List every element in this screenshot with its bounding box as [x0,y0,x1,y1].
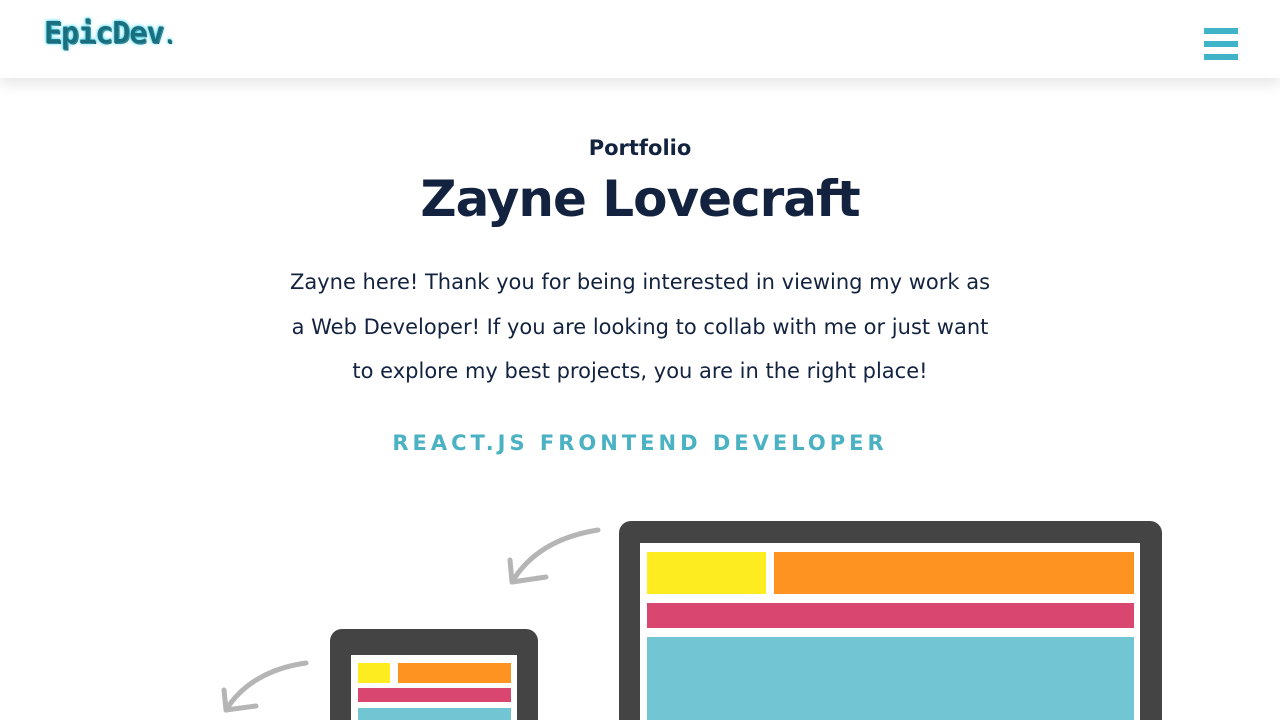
menu-bar [1204,41,1238,47]
logo-text: EpicDev [44,16,164,51]
menu-bar [1204,28,1238,34]
tablet-screen-icon [330,629,538,720]
desktop-screen-icon [619,521,1162,720]
site-logo[interactable]: EpicDev. [44,14,175,56]
site-header: EpicDev. [0,0,1280,78]
menu-bar [1204,54,1238,60]
curved-arrow-icon [507,527,601,585]
logo-dot: . [163,24,175,48]
curved-arrow-icon [221,660,309,713]
responsive-devices-illustration [221,521,1162,720]
hamburger-menu-icon[interactable] [1204,28,1238,62]
